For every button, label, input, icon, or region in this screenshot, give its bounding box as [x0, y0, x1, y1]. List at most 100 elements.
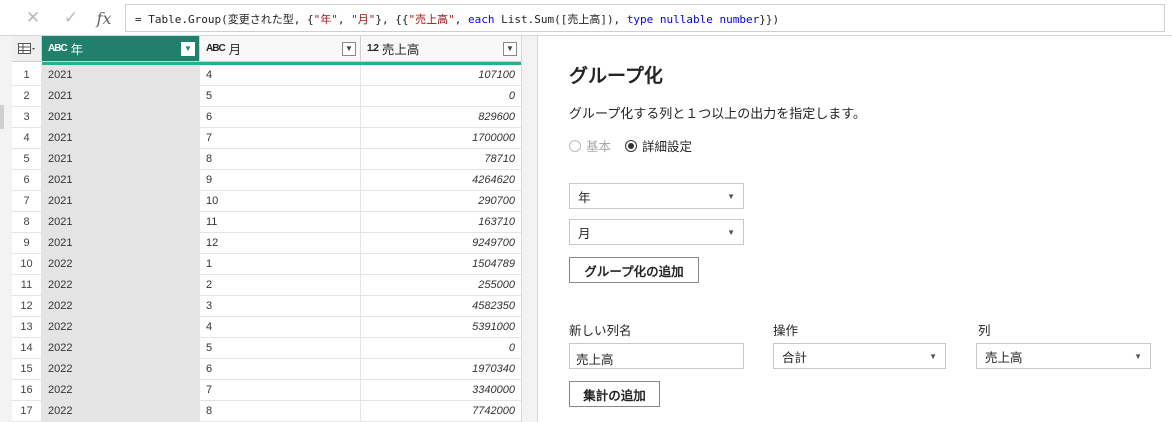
column-select[interactable]: 売上高 ▼: [976, 343, 1151, 369]
cell-month[interactable]: 7: [200, 380, 361, 401]
filter-dropdown-icon[interactable]: ▼: [503, 41, 517, 56]
radio-label: 詳細設定: [642, 140, 693, 154]
row-index[interactable]: 4: [12, 128, 42, 149]
column-header-sales[interactable]: 1.2 売上高 ▼: [361, 36, 521, 62]
operation-select[interactable]: 合計 ▼: [773, 343, 946, 369]
cell-sales[interactable]: 78710: [361, 149, 521, 170]
table-row: 15 2022 6 1970340: [12, 359, 521, 380]
table-menu-icon[interactable]: [12, 36, 42, 62]
cell-month[interactable]: 4: [200, 317, 361, 338]
row-index[interactable]: 15: [12, 359, 42, 380]
table-row: 16 2022 7 3340000: [12, 380, 521, 401]
row-index[interactable]: 11: [12, 275, 42, 296]
group-by-select-1[interactable]: 年 ▼: [569, 183, 744, 209]
row-index[interactable]: 7: [12, 191, 42, 212]
cell-year[interactable]: 2021: [42, 212, 200, 233]
cell-sales[interactable]: 163710: [361, 212, 521, 233]
group-by-select-2[interactable]: 月 ▼: [569, 219, 744, 245]
cell-sales[interactable]: 7742000: [361, 401, 521, 422]
cell-sales[interactable]: 1700000: [361, 128, 521, 149]
radio-advanced[interactable]: 詳細設定: [625, 136, 692, 155]
cell-year[interactable]: 2021: [42, 65, 200, 86]
cell-year[interactable]: 2021: [42, 128, 200, 149]
cell-year[interactable]: 2021: [42, 191, 200, 212]
cell-month[interactable]: 9: [200, 170, 361, 191]
cell-year[interactable]: 2022: [42, 359, 200, 380]
cell-month[interactable]: 5: [200, 338, 361, 359]
radio-basic[interactable]: 基本: [569, 136, 611, 155]
cell-year[interactable]: 2022: [42, 275, 200, 296]
row-index[interactable]: 16: [12, 380, 42, 401]
fx-icon[interactable]: fx: [93, 7, 115, 29]
add-grouping-button[interactable]: グループ化の追加: [569, 257, 699, 283]
cell-month[interactable]: 10: [200, 191, 361, 212]
row-index[interactable]: 5: [12, 149, 42, 170]
pane-resize-handle[interactable]: [0, 105, 4, 129]
filter-dropdown-icon[interactable]: ▼: [181, 41, 195, 56]
column-header-year[interactable]: ABC 年 ▼: [42, 36, 200, 62]
select-value: 月: [578, 226, 591, 241]
cell-month[interactable]: 1: [200, 254, 361, 275]
cell-sales[interactable]: 290700: [361, 191, 521, 212]
cancel-icon[interactable]: ✕: [22, 7, 44, 29]
formula-input[interactable]: = Table.Group(変更された型, {"年", "月"}, {{"売上高…: [125, 4, 1165, 32]
row-index[interactable]: 17: [12, 401, 42, 422]
cell-month[interactable]: 8: [200, 149, 361, 170]
cell-year[interactable]: 2021: [42, 170, 200, 191]
cell-year[interactable]: 2022: [42, 296, 200, 317]
cell-month[interactable]: 7: [200, 128, 361, 149]
cell-sales[interactable]: 3340000: [361, 380, 521, 401]
cell-month[interactable]: 3: [200, 296, 361, 317]
cell-sales[interactable]: 5391000: [361, 317, 521, 338]
select-value: 売上高: [985, 350, 1023, 365]
cell-month[interactable]: 8: [200, 401, 361, 422]
cell-year[interactable]: 2021: [42, 149, 200, 170]
row-index[interactable]: 14: [12, 338, 42, 359]
type-any-icon: ABC: [206, 43, 226, 54]
column-header-month[interactable]: ABC 月 ▼: [200, 36, 361, 62]
cell-sales[interactable]: 1504789: [361, 254, 521, 275]
cell-year[interactable]: 2022: [42, 380, 200, 401]
cell-sales[interactable]: 4264620: [361, 170, 521, 191]
cell-month[interactable]: 11: [200, 212, 361, 233]
chevron-down-icon: ▼: [929, 351, 937, 361]
cell-sales[interactable]: 107100: [361, 65, 521, 86]
row-index[interactable]: 12: [12, 296, 42, 317]
cell-sales[interactable]: 0: [361, 86, 521, 107]
group-by-dialog: グループ化 グループ化する列と１つ以上の出力を指定します。 基本 詳細設定 年 …: [537, 36, 1172, 422]
row-index[interactable]: 2: [12, 86, 42, 107]
cell-year[interactable]: 2021: [42, 86, 200, 107]
cell-month[interactable]: 6: [200, 107, 361, 128]
cell-sales[interactable]: 829600: [361, 107, 521, 128]
commit-icon[interactable]: ✓: [60, 7, 82, 29]
cell-sales[interactable]: 0: [361, 338, 521, 359]
cell-sales[interactable]: 255000: [361, 275, 521, 296]
table-row: 5 2021 8 78710: [12, 149, 521, 170]
cell-month[interactable]: 6: [200, 359, 361, 380]
cell-year[interactable]: 2021: [42, 233, 200, 254]
cell-sales[interactable]: 1970340: [361, 359, 521, 380]
cell-year[interactable]: 2022: [42, 254, 200, 275]
row-index[interactable]: 10: [12, 254, 42, 275]
row-index[interactable]: 8: [12, 212, 42, 233]
filter-dropdown-icon[interactable]: ▼: [342, 41, 356, 56]
new-column-name-input[interactable]: 売上高: [569, 343, 744, 369]
operation-label: 操作: [773, 324, 799, 338]
table-row: 9 2021 12 9249700: [12, 233, 521, 254]
cell-year[interactable]: 2022: [42, 401, 200, 422]
cell-year[interactable]: 2022: [42, 338, 200, 359]
cell-month[interactable]: 12: [200, 233, 361, 254]
add-aggregation-button[interactable]: 集計の追加: [569, 381, 660, 407]
row-index[interactable]: 6: [12, 170, 42, 191]
cell-year[interactable]: 2021: [42, 107, 200, 128]
row-index[interactable]: 9: [12, 233, 42, 254]
cell-month[interactable]: 2: [200, 275, 361, 296]
cell-month[interactable]: 5: [200, 86, 361, 107]
row-index[interactable]: 13: [12, 317, 42, 338]
row-index[interactable]: 3: [12, 107, 42, 128]
cell-sales[interactable]: 4582350: [361, 296, 521, 317]
cell-year[interactable]: 2022: [42, 317, 200, 338]
cell-month[interactable]: 4: [200, 65, 361, 86]
cell-sales[interactable]: 9249700: [361, 233, 521, 254]
row-index[interactable]: 1: [12, 65, 42, 86]
